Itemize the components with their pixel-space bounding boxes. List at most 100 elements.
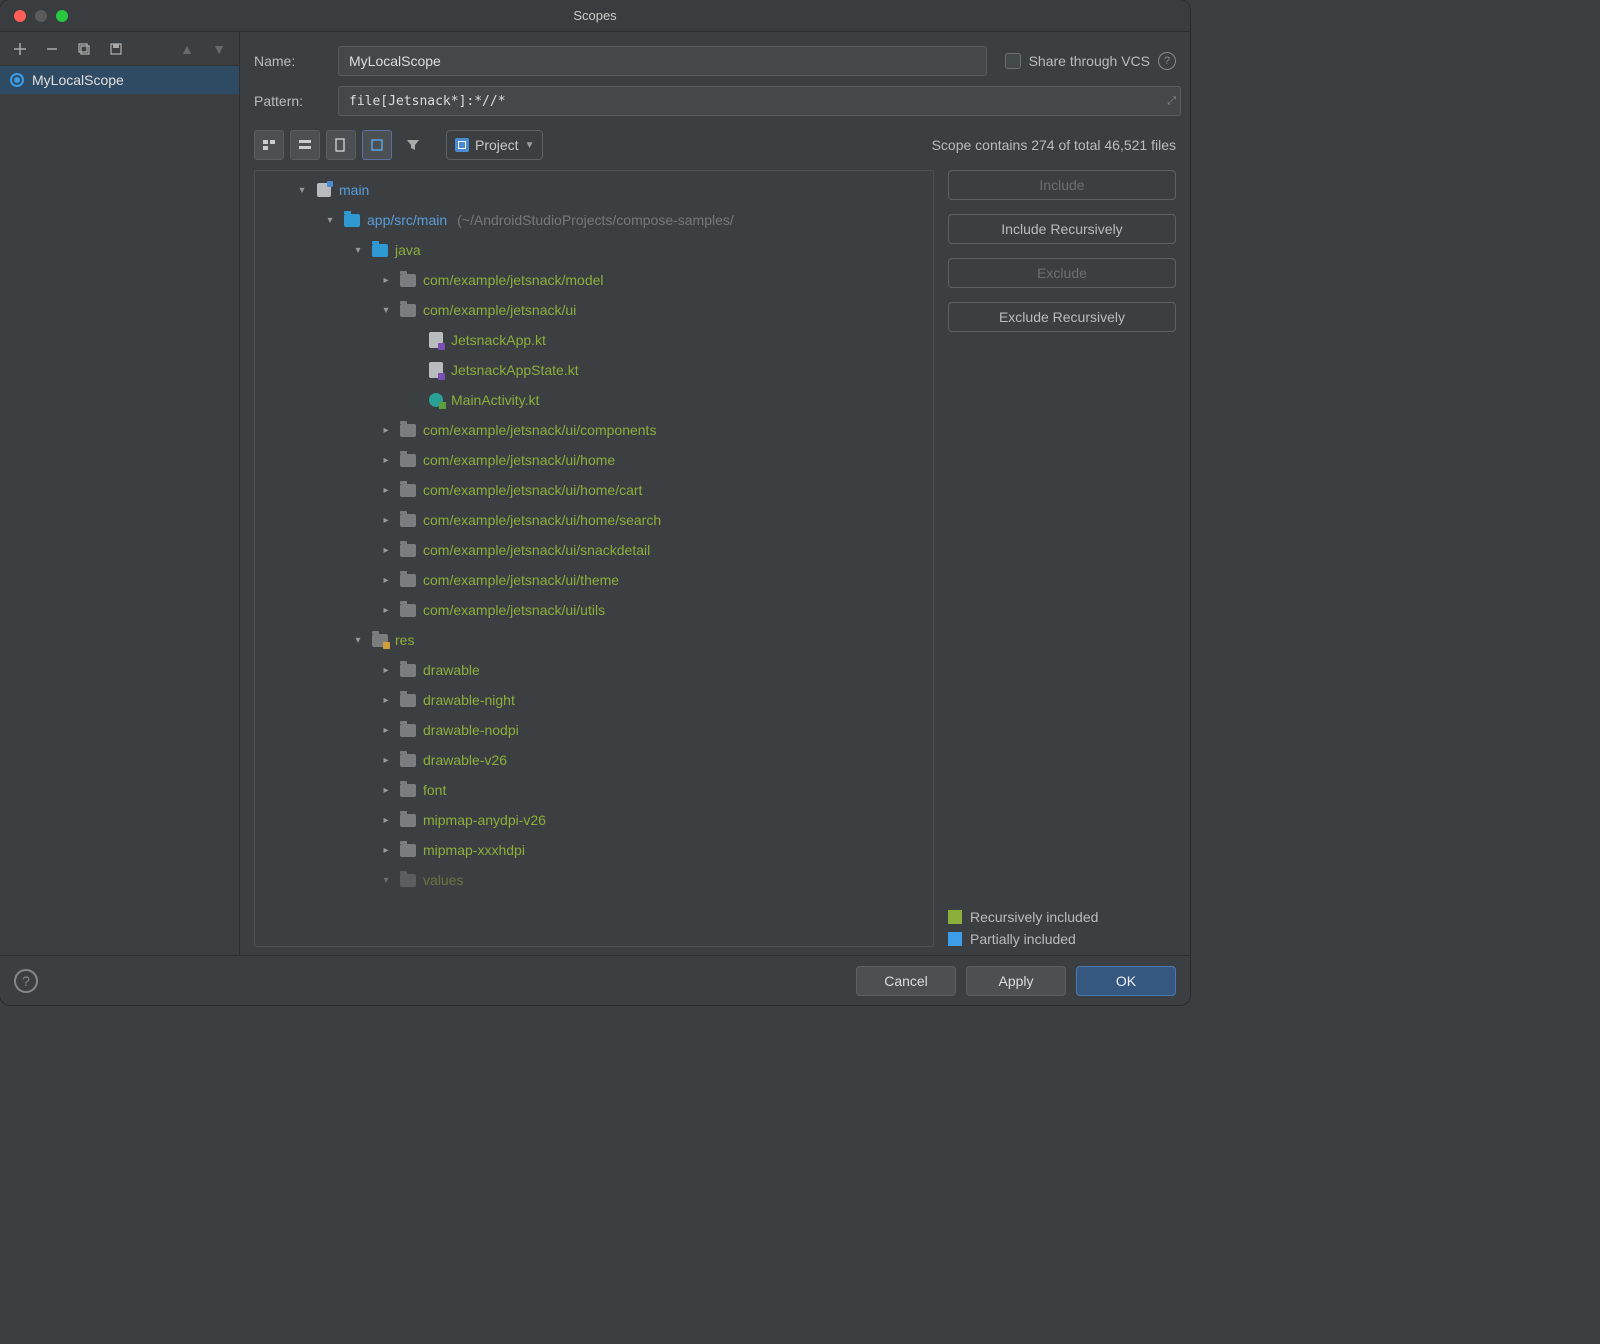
tree-twisty[interactable]: ▸	[379, 545, 393, 556]
show-flat-button[interactable]	[290, 130, 320, 160]
tree-row[interactable]: ▸ drawable-v26	[255, 745, 933, 775]
tree-row[interactable]: ▸com/example/jetsnack/ui/snackdetail	[255, 535, 933, 565]
tree-row[interactable]: JetsnackAppState.kt	[255, 355, 933, 385]
tree-label: JetsnackAppState.kt	[451, 362, 579, 378]
tree-label: font	[423, 782, 446, 798]
titlebar[interactable]: Scopes	[0, 0, 1190, 32]
scope-stats: Scope contains 274 of total 46,521 files	[932, 137, 1176, 153]
local-scope-icon	[10, 73, 24, 87]
view-selector-combo[interactable]: Project ▼	[446, 130, 543, 160]
tree-twisty[interactable]: ▸	[379, 815, 393, 826]
tree-row[interactable]: ▸mipmap-xxxhdpi	[255, 835, 933, 865]
tree-twisty[interactable]: ▸	[379, 425, 393, 436]
tree-twisty[interactable]: ▸	[379, 665, 393, 676]
name-label: Name:	[254, 53, 324, 69]
legend-swatch-green	[948, 910, 962, 924]
tree-label: com/example/jetsnack/ui/home	[423, 452, 615, 468]
folder-icon	[399, 302, 417, 318]
tree-twisty[interactable]: ▾	[295, 185, 309, 196]
tree-twisty[interactable]: ▾	[379, 305, 393, 316]
tree-row[interactable]: ▸ font	[255, 775, 933, 805]
cancel-button[interactable]: Cancel	[856, 966, 956, 996]
tree-label: drawable-v26	[423, 752, 507, 768]
tree-row[interactable]: ▾app/src/main (~/AndroidStudioProjects/c…	[255, 205, 933, 235]
exclude-button[interactable]: Exclude	[948, 258, 1176, 288]
tree-row[interactable]: ▸ com/example/jetsnack/ui/home	[255, 445, 933, 475]
tree-row[interactable]: ▸com/example/jetsnack/ui/theme	[255, 565, 933, 595]
tree-twisty[interactable]: ▸	[379, 275, 393, 286]
folder-icon	[399, 812, 417, 828]
maximize-window-icon[interactable]	[56, 10, 68, 22]
tree-twisty[interactable]: ▾	[351, 635, 365, 646]
tree-twisty[interactable]: ▾	[323, 215, 337, 226]
minimize-window-icon	[35, 10, 47, 22]
tree-twisty[interactable]: ▸	[379, 455, 393, 466]
tree-row[interactable]: ▾ values	[255, 865, 933, 895]
help-icon[interactable]: ?	[1158, 52, 1176, 70]
save-scope-button[interactable]	[104, 37, 128, 61]
folder-icon	[399, 572, 417, 588]
sidebar-scope-item[interactable]: MyLocalScope	[0, 66, 239, 94]
show-modules-button[interactable]	[362, 130, 392, 160]
window-title: Scopes	[573, 8, 616, 23]
folder-icon	[399, 842, 417, 858]
dialog-help-button[interactable]: ?	[14, 969, 38, 993]
share-vcs-checkbox[interactable]	[1005, 53, 1021, 69]
show-files-button[interactable]	[326, 130, 356, 160]
tree-twisty[interactable]: ▸	[379, 515, 393, 526]
close-window-icon[interactable]	[14, 10, 26, 22]
file-tree[interactable]: ▾ main ▾app/src/main (~/AndroidStudioProje…	[254, 170, 934, 947]
tree-twisty[interactable]: ▸	[379, 695, 393, 706]
tree-row[interactable]: ▸com/example/jetsnack/ui/home/search	[255, 505, 933, 535]
tree-row[interactable]: ▸com/example/jetsnack/ui/components	[255, 415, 933, 445]
tree-row[interactable]: ▾ main	[255, 175, 933, 205]
pattern-label: Pattern:	[254, 93, 324, 109]
ok-button[interactable]: OK	[1076, 966, 1176, 996]
tree-row[interactable]: ▸drawable-nodpi	[255, 715, 933, 745]
tree-row[interactable]: ▸com/example/jetsnack/ui/utils	[255, 595, 933, 625]
name-input[interactable]	[338, 46, 987, 76]
project-icon	[455, 138, 469, 152]
tree-row[interactable]: JetsnackApp.kt	[255, 325, 933, 355]
folder-icon	[399, 782, 417, 798]
tree-twisty[interactable]: ▸	[379, 605, 393, 616]
apply-button[interactable]: Apply	[966, 966, 1066, 996]
tree-row[interactable]: ▾res	[255, 625, 933, 655]
move-up-button: ▲	[175, 37, 199, 61]
tree-label: com/example/jetsnack/ui	[423, 302, 576, 318]
tree-row[interactable]: ▸com/example/jetsnack/model	[255, 265, 933, 295]
remove-scope-button[interactable]	[40, 37, 64, 61]
tree-twisty[interactable]: ▸	[379, 785, 393, 796]
tree-twisty[interactable]: ▸	[379, 755, 393, 766]
tree-twisty[interactable]: ▾	[351, 245, 365, 256]
copy-scope-button[interactable]	[72, 37, 96, 61]
tree-label: values	[423, 872, 463, 888]
tree-twisty[interactable]: ▸	[379, 725, 393, 736]
tree-twisty[interactable]: ▾	[379, 875, 393, 886]
kotlin-file-icon	[427, 362, 445, 378]
exclude-recursively-button[interactable]: Exclude Recursively	[948, 302, 1176, 332]
tree-twisty[interactable]: ▸	[379, 845, 393, 856]
source-folder-icon	[343, 212, 361, 228]
tree-label: com/example/jetsnack/ui/home/cart	[423, 482, 642, 498]
tree-label: main	[339, 182, 369, 198]
folder-icon	[399, 482, 417, 498]
tree-twisty[interactable]: ▸	[379, 485, 393, 496]
tree-row[interactable]: MainActivity.kt	[255, 385, 933, 415]
pattern-input[interactable]	[338, 86, 1181, 116]
show-as-packages-button[interactable]	[254, 130, 284, 160]
include-recursively-button[interactable]: Include Recursively	[948, 214, 1176, 244]
tree-row[interactable]: ▸ com/example/jetsnack/ui/home/cart	[255, 475, 933, 505]
legend-recursive-label: Recursively included	[970, 909, 1098, 925]
include-button[interactable]: Include	[948, 170, 1176, 200]
tree-row[interactable]: ▸drawable	[255, 655, 933, 685]
tree-row[interactable]: ▸drawable-night	[255, 685, 933, 715]
filter-button[interactable]	[398, 130, 428, 160]
resource-folder-icon	[371, 632, 389, 648]
add-scope-button[interactable]	[8, 37, 32, 61]
tree-twisty[interactable]: ▸	[379, 575, 393, 586]
tree-row[interactable]: ▸mipmap-anydpi-v26	[255, 805, 933, 835]
folder-icon	[399, 872, 417, 888]
tree-row[interactable]: ▾ com/example/jetsnack/ui	[255, 295, 933, 325]
tree-row[interactable]: ▾java	[255, 235, 933, 265]
